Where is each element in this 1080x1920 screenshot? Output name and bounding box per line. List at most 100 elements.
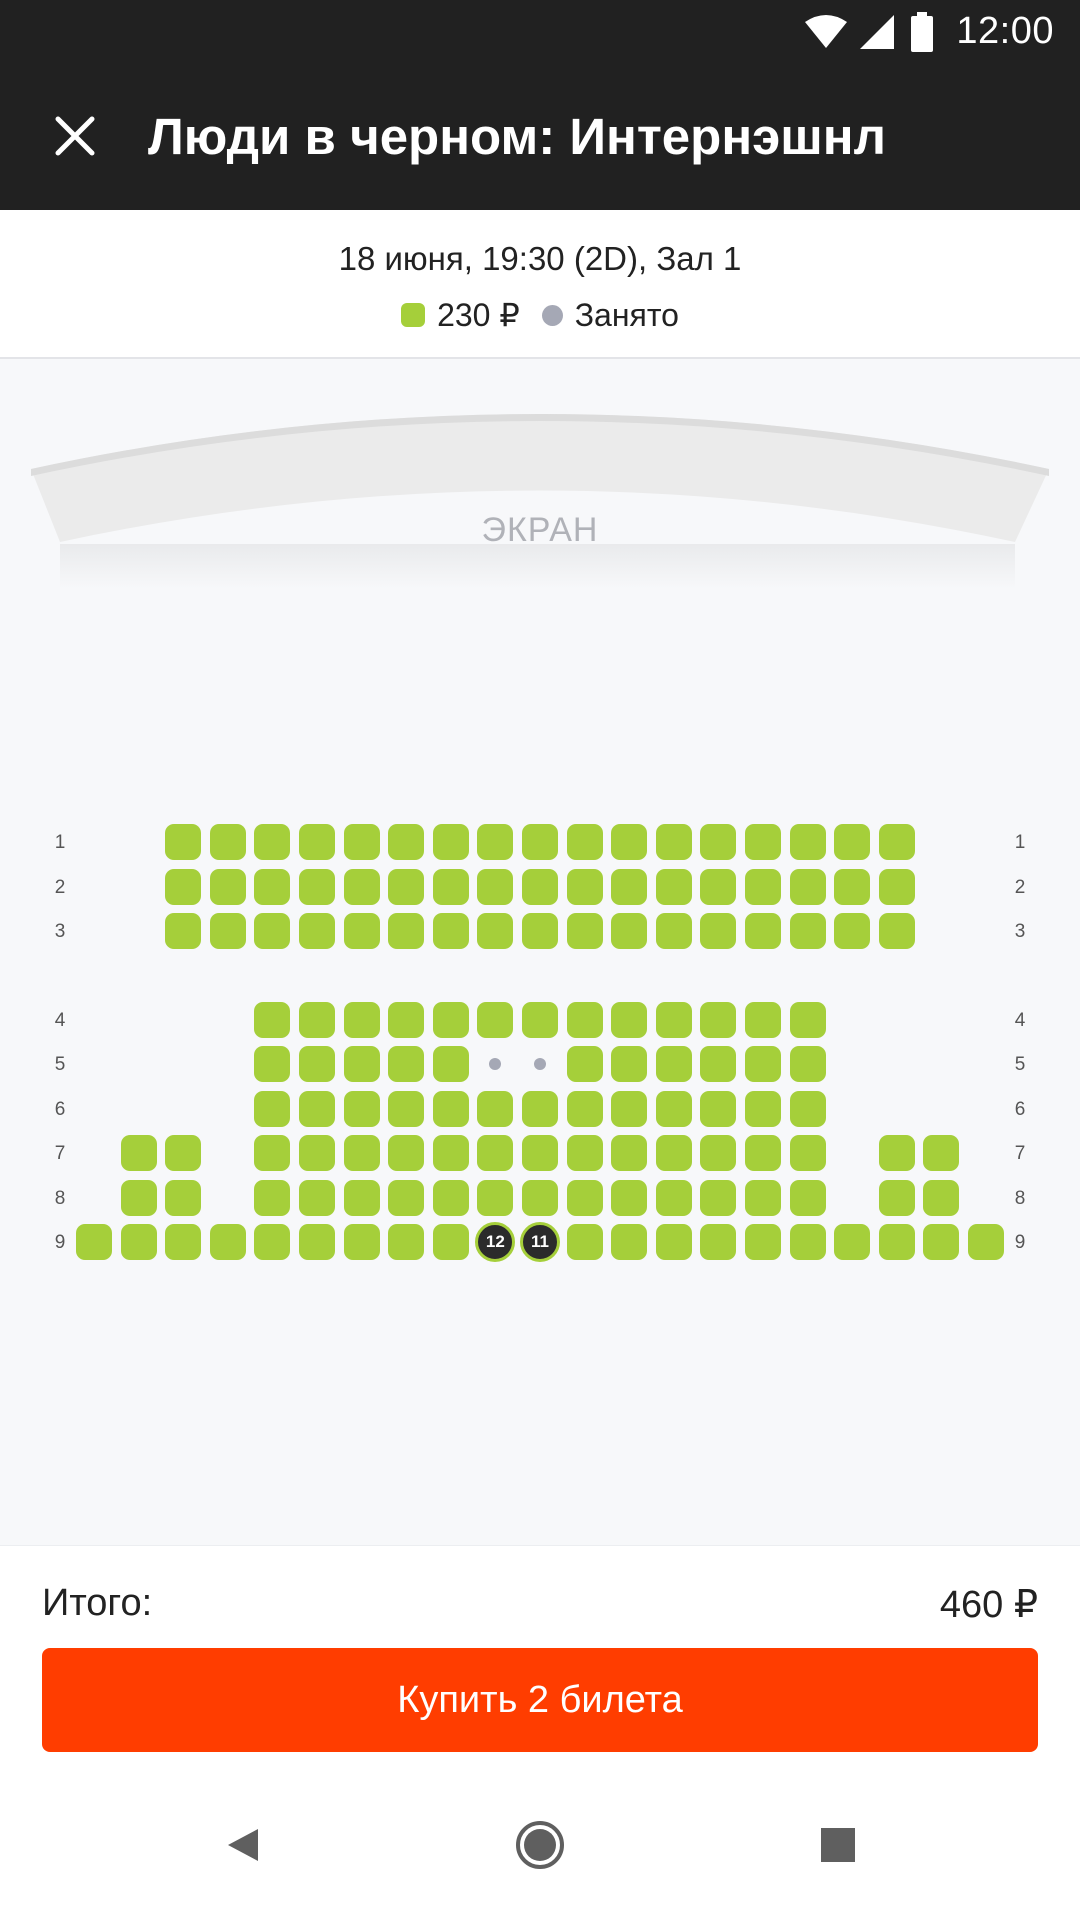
seat-available[interactable] bbox=[299, 1135, 335, 1171]
seat-available[interactable] bbox=[388, 1046, 425, 1082]
seat-available[interactable] bbox=[566, 1135, 603, 1171]
seat-available[interactable] bbox=[745, 1135, 781, 1171]
seat-available[interactable] bbox=[254, 1046, 291, 1082]
seat-available[interactable] bbox=[700, 1135, 737, 1171]
seat-available[interactable] bbox=[299, 824, 335, 860]
seat-available[interactable] bbox=[789, 1046, 826, 1082]
seat-available[interactable] bbox=[209, 913, 246, 949]
seat-available[interactable] bbox=[745, 913, 781, 949]
seat-available[interactable] bbox=[566, 869, 603, 905]
seat-available[interactable] bbox=[611, 1091, 648, 1127]
seat-available[interactable] bbox=[878, 913, 915, 949]
seat-available[interactable] bbox=[343, 1224, 380, 1260]
seat-available[interactable] bbox=[968, 1224, 1004, 1260]
seat-available[interactable] bbox=[789, 869, 826, 905]
seat-available[interactable] bbox=[655, 1091, 692, 1127]
seat-available[interactable] bbox=[165, 824, 202, 860]
seat-available[interactable] bbox=[745, 1046, 781, 1082]
seat-available[interactable] bbox=[299, 1224, 335, 1260]
seat-available[interactable] bbox=[120, 1135, 157, 1171]
seat-available[interactable] bbox=[343, 1002, 380, 1038]
seat-available[interactable] bbox=[745, 824, 781, 860]
seat-available[interactable] bbox=[165, 1135, 202, 1171]
seat-available[interactable] bbox=[834, 913, 871, 949]
seat-available[interactable] bbox=[343, 1046, 380, 1082]
seat-available[interactable] bbox=[343, 913, 380, 949]
seat-available[interactable] bbox=[878, 1224, 915, 1260]
seat-available[interactable] bbox=[611, 1180, 648, 1216]
seat-available[interactable] bbox=[477, 824, 514, 860]
seat-available[interactable] bbox=[611, 1135, 648, 1171]
seat-available[interactable] bbox=[343, 869, 380, 905]
seat-available[interactable] bbox=[477, 913, 514, 949]
seat-available[interactable] bbox=[299, 1002, 335, 1038]
seat-available[interactable] bbox=[923, 1135, 960, 1171]
seat-available[interactable] bbox=[522, 1002, 558, 1038]
seat-available[interactable] bbox=[566, 1224, 603, 1260]
seat-available[interactable] bbox=[432, 824, 469, 860]
seat-available[interactable] bbox=[700, 913, 737, 949]
seat-available[interactable] bbox=[789, 1180, 826, 1216]
seat-available[interactable] bbox=[834, 1224, 871, 1260]
seat-available[interactable] bbox=[388, 824, 425, 860]
seat-available[interactable] bbox=[343, 824, 380, 860]
seat-available[interactable] bbox=[254, 824, 291, 860]
seat-available[interactable] bbox=[566, 1091, 603, 1127]
seat-available[interactable] bbox=[477, 1180, 514, 1216]
seat-available[interactable] bbox=[432, 1002, 469, 1038]
seat-available[interactable] bbox=[745, 1224, 781, 1260]
seat-available[interactable] bbox=[655, 913, 692, 949]
seat-available[interactable] bbox=[611, 824, 648, 860]
seat-available[interactable] bbox=[878, 824, 915, 860]
close-icon[interactable] bbox=[46, 107, 104, 165]
seat-available[interactable] bbox=[655, 1135, 692, 1171]
seat-available[interactable] bbox=[120, 1180, 157, 1216]
seat-available[interactable] bbox=[477, 1091, 514, 1127]
seat-available[interactable] bbox=[789, 1135, 826, 1171]
seat-available[interactable] bbox=[165, 1180, 202, 1216]
seat-available[interactable] bbox=[878, 869, 915, 905]
seat-available[interactable] bbox=[432, 913, 469, 949]
seat-available[interactable] bbox=[834, 869, 871, 905]
recents-icon[interactable] bbox=[808, 1815, 868, 1875]
seat-available[interactable] bbox=[700, 1091, 737, 1127]
seat-available[interactable] bbox=[611, 1224, 648, 1260]
seat-available[interactable] bbox=[299, 869, 335, 905]
seat-available[interactable] bbox=[923, 1224, 960, 1260]
seat-available[interactable] bbox=[745, 1180, 781, 1216]
seat-available[interactable] bbox=[655, 869, 692, 905]
seat-available[interactable] bbox=[566, 913, 603, 949]
seat-available[interactable] bbox=[343, 1091, 380, 1127]
seat-available[interactable] bbox=[120, 1224, 157, 1260]
seat-available[interactable] bbox=[165, 913, 202, 949]
seat-available[interactable] bbox=[789, 1091, 826, 1127]
seat-available[interactable] bbox=[432, 1135, 469, 1171]
seat-available[interactable] bbox=[522, 869, 558, 905]
seat-available[interactable] bbox=[700, 824, 737, 860]
seat-available[interactable] bbox=[522, 913, 558, 949]
seat-available[interactable] bbox=[343, 1180, 380, 1216]
seat-available[interactable] bbox=[254, 869, 291, 905]
seat-available[interactable] bbox=[655, 824, 692, 860]
seat-available[interactable] bbox=[745, 869, 781, 905]
seat-available[interactable] bbox=[432, 1046, 469, 1082]
seat-available[interactable] bbox=[700, 869, 737, 905]
seat-available[interactable] bbox=[432, 1224, 469, 1260]
seat-available[interactable] bbox=[611, 869, 648, 905]
seat-available[interactable] bbox=[209, 1224, 246, 1260]
back-icon[interactable] bbox=[212, 1815, 272, 1875]
seat-available[interactable] bbox=[566, 1180, 603, 1216]
seat-available[interactable] bbox=[254, 913, 291, 949]
seat-selected[interactable]: 11 bbox=[520, 1222, 560, 1262]
seat-available[interactable] bbox=[789, 913, 826, 949]
seat-available[interactable] bbox=[700, 1002, 737, 1038]
seat-available[interactable] bbox=[477, 1002, 514, 1038]
home-icon[interactable] bbox=[510, 1815, 570, 1875]
seat-available[interactable] bbox=[432, 1091, 469, 1127]
seat-available[interactable] bbox=[432, 1180, 469, 1216]
seat-available[interactable] bbox=[299, 1180, 335, 1216]
seat-available[interactable] bbox=[388, 1091, 425, 1127]
buy-tickets-button[interactable]: Купить 2 билета bbox=[42, 1648, 1038, 1752]
seat-available[interactable] bbox=[745, 1091, 781, 1127]
seat-available[interactable] bbox=[789, 1002, 826, 1038]
